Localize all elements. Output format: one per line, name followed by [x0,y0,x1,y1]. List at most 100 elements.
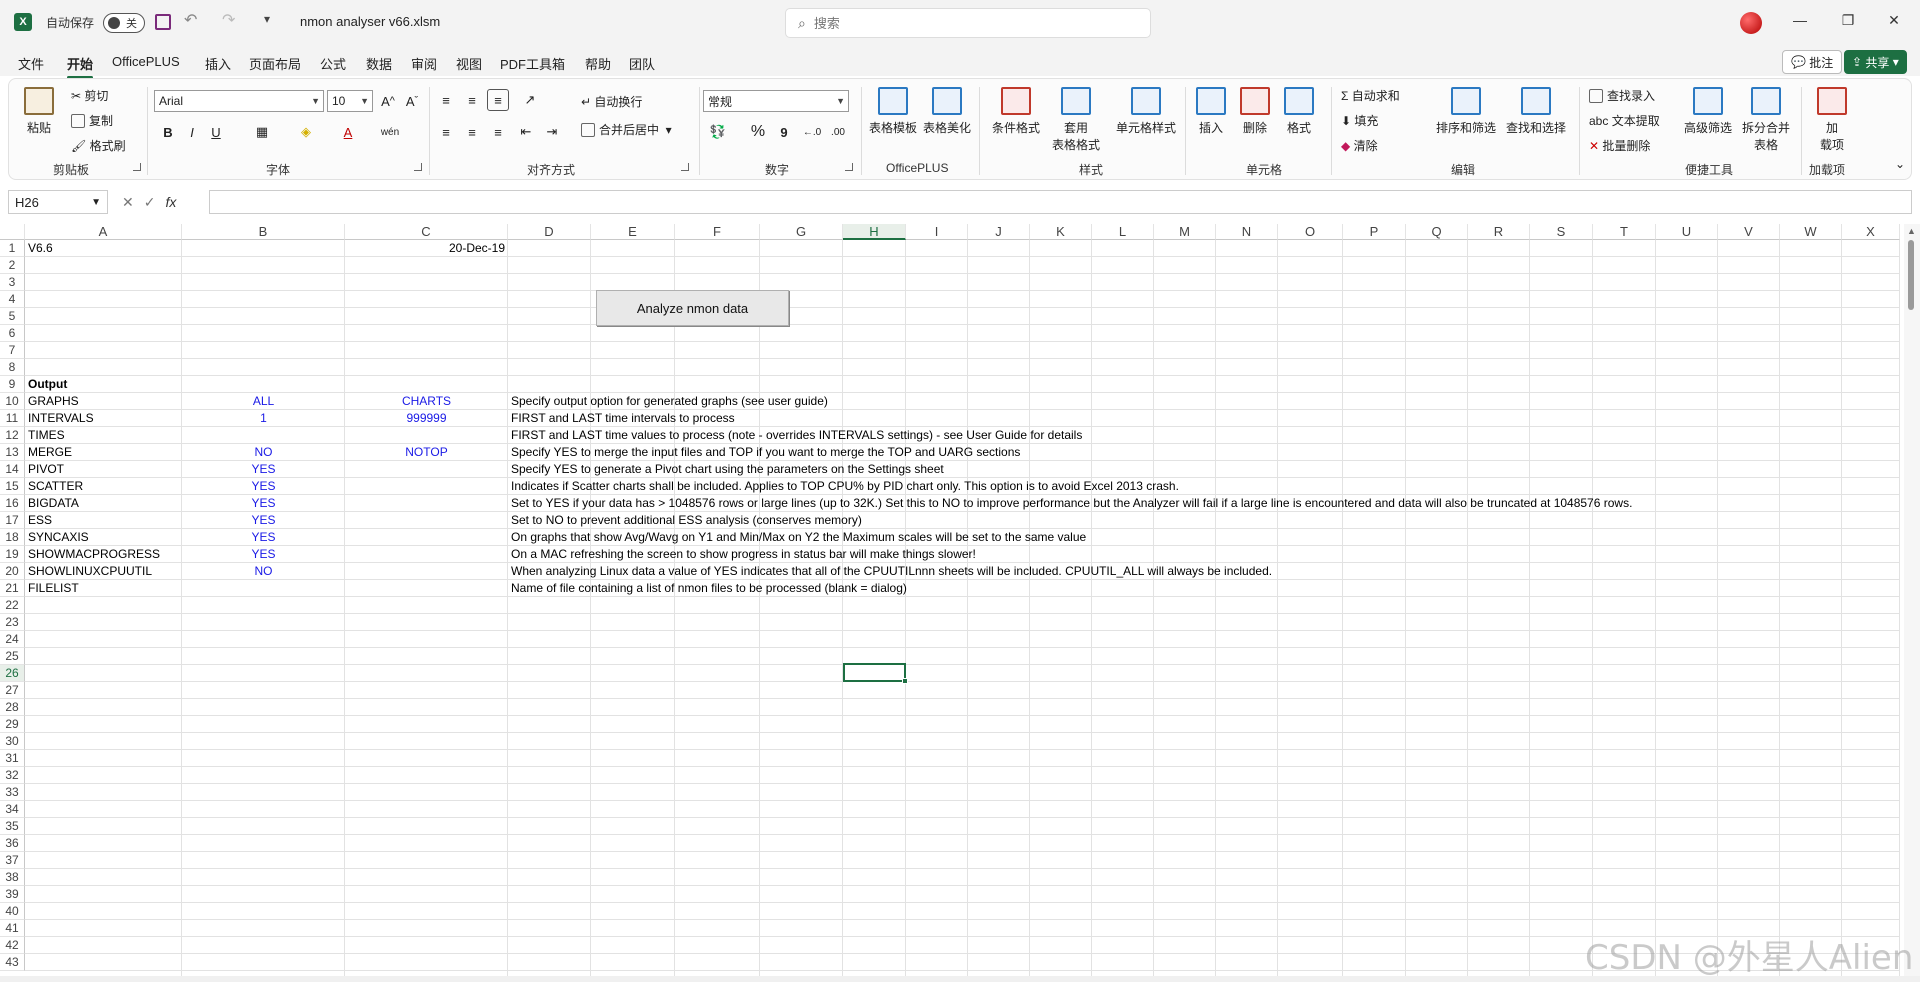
row-header-20[interactable]: 20 [0,563,25,580]
cell-d19[interactable]: On a MAC refreshing the screen to show p… [511,546,976,563]
cell-a9[interactable]: Output [28,376,67,393]
row-header-32[interactable]: 32 [0,767,25,784]
align-bottom-icon[interactable]: ≡ [487,89,509,111]
column-header-q[interactable]: Q [1406,224,1468,240]
column-header-t[interactable]: T [1593,224,1656,240]
number-launcher-icon[interactable] [845,163,853,171]
increase-decimal-icon[interactable]: ←.0 [801,121,823,143]
sort-filter-button[interactable]: 排序和筛选 [1433,87,1499,136]
cell-c13[interactable]: NOTOP [348,444,505,461]
cell-b20[interactable]: NO [185,563,342,580]
tab-formulas[interactable]: 公式 [320,54,346,73]
cell-d10[interactable]: Specify output option for generated grap… [511,393,828,410]
cell-b14[interactable]: YES [185,461,342,478]
alignment-launcher-icon[interactable] [681,163,689,171]
number-format-select[interactable]: 常规 ▼ [703,90,849,112]
cell-d12[interactable]: FIRST and LAST time values to process (n… [511,427,1082,444]
save-icon[interactable] [155,14,171,30]
cell-b11[interactable]: 1 [185,410,342,427]
row-header-17[interactable]: 17 [0,512,25,529]
redo-icon[interactable]: ↷ [222,10,235,30]
row-header-39[interactable]: 39 [0,886,25,903]
comma-style-button[interactable]: 9 [773,121,795,143]
row-header-28[interactable]: 28 [0,699,25,716]
format-painter-button[interactable]: 🖌 格式刷 [71,137,126,154]
search-box[interactable]: ⌕ [785,8,1151,38]
minimize-icon[interactable]: — [1790,12,1810,28]
row-header-14[interactable]: 14 [0,461,25,478]
cell-d13[interactable]: Specify YES to merge the input files and… [511,444,1020,461]
column-header-c[interactable]: C [345,224,508,240]
formula-input[interactable] [209,190,1912,214]
name-box[interactable]: H26 ▼ [8,190,108,214]
cell-c1[interactable]: 20-Dec-19 [348,240,505,257]
cancel-entry-icon[interactable]: ✕ [122,194,134,211]
row-header-13[interactable]: 13 [0,444,25,461]
row-header-25[interactable]: 25 [0,648,25,665]
row-header-22[interactable]: 22 [0,597,25,614]
column-header-f[interactable]: F [675,224,760,240]
conditional-format-button[interactable]: 条件格式 [989,87,1043,136]
row-header-41[interactable]: 41 [0,920,25,937]
scroll-up-icon[interactable]: ▲ [1907,226,1916,236]
row-header-38[interactable]: 38 [0,869,25,886]
row-header-37[interactable]: 37 [0,852,25,869]
cell-a16[interactable]: BIGDATA [28,495,79,512]
tab-home[interactable]: 开始 [67,54,94,79]
increase-indent-icon[interactable]: ⇥ [541,121,563,143]
column-header-n[interactable]: N [1216,224,1278,240]
share-button[interactable]: ⇪ 共享 ▾ [1844,50,1907,74]
insert-cells-button[interactable]: 插入 [1191,87,1231,136]
cell-b10[interactable]: ALL [185,393,342,410]
row-header-19[interactable]: 19 [0,546,25,563]
cell-b17[interactable]: YES [185,512,342,529]
cell-a1[interactable]: V6.6 [28,240,53,257]
tab-team[interactable]: 团队 [629,54,655,73]
bold-button[interactable]: B [157,121,179,143]
row-header-31[interactable]: 31 [0,750,25,767]
row-header-2[interactable]: 2 [0,257,25,274]
row-header-12[interactable]: 12 [0,427,25,444]
delete-cells-button[interactable]: 删除 [1235,87,1275,136]
row-header-1[interactable]: 1 [0,240,25,257]
fill-button[interactable]: ⬇ 填充 [1341,112,1378,129]
font-color-icon[interactable]: A [337,121,359,143]
column-header-g[interactable]: G [760,224,843,240]
autosave-toggle[interactable]: 关 [103,13,145,33]
align-left-icon[interactable]: ≡ [435,121,457,143]
restore-icon[interactable]: ❐ [1838,12,1858,29]
cell-d21[interactable]: Name of file containing a list of nmon f… [511,580,907,597]
confirm-entry-icon[interactable]: ✓ [144,194,156,211]
wrap-text-button[interactable]: ↵ 自动换行 [581,93,642,110]
tab-data[interactable]: 数据 [366,54,392,73]
cell-a10[interactable]: GRAPHS [28,393,79,410]
column-header-u[interactable]: U [1656,224,1718,240]
text-extract-button[interactable]: abc 文本提取 [1589,112,1660,129]
column-header-x[interactable]: X [1842,224,1900,240]
split-merge-button[interactable]: 拆分合并 表格 [1739,87,1793,153]
cell-d16[interactable]: Set to YES if your data has > 1048576 ro… [511,495,1632,512]
row-header-9[interactable]: 9 [0,376,25,393]
cell-a15[interactable]: SCATTER [28,478,83,495]
merge-center-button[interactable]: 合并后居中 ▾ [581,121,672,138]
decrease-decimal-icon[interactable]: .00 [827,121,849,143]
find-entry-button[interactable]: 查找录入 [1589,87,1655,104]
row-header-29[interactable]: 29 [0,716,25,733]
column-header-d[interactable]: D [508,224,591,240]
cut-button[interactable]: ✂ 剪切 [71,87,108,104]
decrease-indent-icon[interactable]: ⇤ [515,121,537,143]
cell-a17[interactable]: ESS [28,512,52,529]
row-header-34[interactable]: 34 [0,801,25,818]
tab-view[interactable]: 视图 [456,54,482,73]
cell-c11[interactable]: 999999 [348,410,505,427]
cell-a12[interactable]: TIMES [28,427,65,444]
column-header-s[interactable]: S [1530,224,1593,240]
cell-c10[interactable]: CHARTS [348,393,505,410]
insert-function-button[interactable]: fx [165,194,176,210]
column-header-j[interactable]: J [968,224,1030,240]
row-header-35[interactable]: 35 [0,818,25,835]
cell-d15[interactable]: Indicates if Scatter charts shall be inc… [511,478,1179,495]
column-header-r[interactable]: R [1468,224,1530,240]
font-launcher-icon[interactable] [414,163,422,171]
underline-button[interactable]: U [205,121,227,143]
